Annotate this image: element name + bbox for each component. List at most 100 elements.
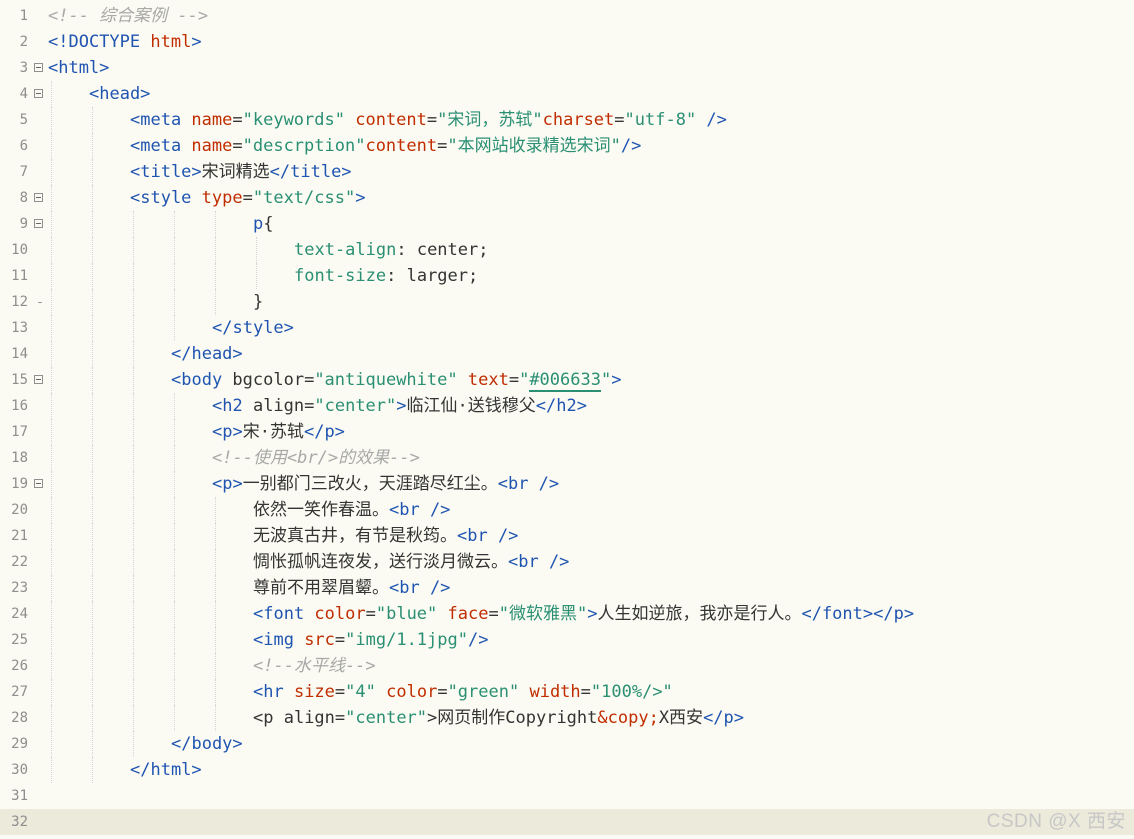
code-line[interactable]: 9 p{ xyxy=(0,211,1134,237)
code-text[interactable]: <font color="blue" face="微软雅黑">人生如逆旅，我亦是… xyxy=(253,601,914,627)
indent-guide xyxy=(51,289,52,315)
code-text[interactable]: </html> xyxy=(130,757,202,783)
indent-guide xyxy=(92,211,93,237)
indent-guide xyxy=(133,653,134,679)
fold-toggle-icon[interactable] xyxy=(34,375,43,384)
code-text[interactable]: <p align="center">网页制作Copyright&copy;X西安… xyxy=(253,705,744,731)
code-token: <hr xyxy=(253,682,294,702)
indent-guide xyxy=(92,159,93,185)
fold-toggle-icon[interactable] xyxy=(34,193,43,202)
line-number: 16 xyxy=(11,398,28,414)
code-text[interactable]: } xyxy=(253,289,263,315)
code-token: = xyxy=(437,682,448,702)
code-line[interactable]: 16 <h2 align="center">临江仙·送钱穆父</h2> xyxy=(0,393,1134,419)
code-line[interactable]: 19 <p>一别都门三改火，天涯踏尽红尘。<br /> xyxy=(0,471,1134,497)
indent-guide xyxy=(133,731,134,757)
fold-toggle-icon[interactable] xyxy=(34,479,43,488)
code-line[interactable]: 20 依然一笑作春温。<br /> xyxy=(0,497,1134,523)
code-editor[interactable]: 1 <!-- 综合案例 --> 2 <!DOCTYPE html> 3 <html> 4 <h… xyxy=(0,0,1134,839)
code-line[interactable]: 3 <html> xyxy=(0,55,1134,81)
code-line[interactable]: 17 <p>宋·苏轼</p> xyxy=(0,419,1134,445)
code-line[interactable]: 24 <font color="blue" face="微软雅黑">人生如逆旅，我… xyxy=(0,601,1134,627)
code-token: <br /> xyxy=(389,500,451,520)
code-token: text-align xyxy=(294,240,397,260)
code-line[interactable]: 23 尊前不用翠眉颦。<br /> xyxy=(0,575,1134,601)
line-number: 5 xyxy=(19,112,28,128)
code-text[interactable]: <meta name="descrption"content="本网站收录精选宋… xyxy=(130,133,641,159)
code-token: "antiquewhite" xyxy=(314,370,458,390)
indent-guide xyxy=(92,653,93,679)
code-text[interactable]: <hr size="4" color="green" width="100%/>… xyxy=(253,679,673,705)
code-text[interactable]: </body> xyxy=(171,731,243,757)
line-number: 10 xyxy=(11,242,28,258)
code-token: "text/css" xyxy=(252,188,356,208)
code-text[interactable]: <title>宋词精选</title> xyxy=(130,159,352,185)
code-text[interactable]: <!--水平线--> xyxy=(253,653,376,679)
code-text[interactable]: <!--使用<br/>的效果--> xyxy=(212,445,420,471)
fold-toggle-icon[interactable] xyxy=(34,89,43,98)
code-token: <title> xyxy=(130,162,202,182)
code-text[interactable]: <h2 align="center">临江仙·送钱穆父</h2> xyxy=(212,393,587,419)
code-token: <html> xyxy=(48,58,110,78)
line-number: 14 xyxy=(11,346,28,362)
indent-guide xyxy=(133,367,134,393)
indent-guide xyxy=(92,263,93,289)
code-text[interactable]: 尊前不用翠眉颦。<br /> xyxy=(253,575,450,601)
code-line[interactable]: 5 <meta name="keywords" content="宋词，苏轼"ch… xyxy=(0,107,1134,133)
code-token: : larger; xyxy=(386,266,479,286)
code-line[interactable]: 6 <meta name="descrption"content="本网站收录精选… xyxy=(0,133,1134,159)
code-line[interactable]: 4 <head> xyxy=(0,81,1134,107)
code-text[interactable]: <meta name="keywords" content="宋词，苏轼"cha… xyxy=(130,107,727,133)
code-line[interactable]: 2 <!DOCTYPE html> xyxy=(0,29,1134,55)
code-line[interactable]: 27 <hr size="4" color="green" width="100%… xyxy=(0,679,1134,705)
code-text[interactable]: 惆怅孤帆连夜发，送行淡月微云。<br /> xyxy=(253,549,569,575)
code-text[interactable]: <p>一别都门三改火，天涯踏尽红尘。<br /> xyxy=(212,471,559,497)
code-line[interactable]: 7 <title>宋词精选</title> xyxy=(0,159,1134,185)
code-line[interactable]: 28 <p align="center">网页制作Copyright&copy;X… xyxy=(0,705,1134,731)
code-text[interactable]: <body bgcolor="antiquewhite" text="#0066… xyxy=(171,367,621,393)
code-line[interactable]: 21 无波真古井，有节是秋筠。<br /> xyxy=(0,523,1134,549)
code-text[interactable]: <!-- 综合案例 --> xyxy=(48,3,208,29)
code-line[interactable]: 1 <!-- 综合案例 --> xyxy=(0,3,1134,29)
code-line[interactable]: 30 </html> xyxy=(0,757,1134,783)
indent-guide xyxy=(174,627,175,653)
code-line[interactable]: 25 <img src="img/1.1jpg"/> xyxy=(0,627,1134,653)
code-text[interactable]: </head> xyxy=(171,341,243,367)
fold-toggle-icon[interactable] xyxy=(34,63,43,72)
code-line[interactable]: 13 </style> xyxy=(0,315,1134,341)
code-text[interactable]: <style type="text/css"> xyxy=(130,185,365,211)
code-text[interactable]: 无波真古井，有节是秋筠。<br /> xyxy=(253,523,518,549)
code-line[interactable]: 8 <style type="text/css"> xyxy=(0,185,1134,211)
code-token: "blue" xyxy=(375,604,438,624)
indent-guide xyxy=(174,315,175,341)
code-text[interactable]: <html> xyxy=(48,55,109,81)
code-text[interactable]: p{ xyxy=(253,211,274,237)
code-text[interactable]: font-size: larger; xyxy=(294,263,478,289)
code-text[interactable]: </style> xyxy=(212,315,294,341)
code-text[interactable]: <head> xyxy=(89,81,150,107)
indent-guide xyxy=(215,549,216,575)
code-text[interactable]: <img src="img/1.1jpg"/> xyxy=(253,627,488,653)
code-line[interactable]: 32 xyxy=(0,809,1134,835)
code-text[interactable]: 依然一笑作春温。<br /> xyxy=(253,497,450,523)
code-token: text xyxy=(467,370,509,390)
code-text[interactable]: <!DOCTYPE html> xyxy=(48,29,202,55)
line-number: 4 xyxy=(19,86,28,102)
code-line[interactable]: 29 </body> xyxy=(0,731,1134,757)
code-line[interactable]: 12} xyxy=(0,289,1134,315)
code-line[interactable]: 18 <!--使用<br/>的效果--> xyxy=(0,445,1134,471)
fold-toggle-icon[interactable] xyxy=(34,219,43,228)
code-line[interactable]: 14 </head> xyxy=(0,341,1134,367)
code-line[interactable]: 10 text-align: center; xyxy=(0,237,1134,263)
code-line[interactable]: 26 <!--水平线--> xyxy=(0,653,1134,679)
code-text[interactable]: text-align: center; xyxy=(294,237,488,263)
code-token: color xyxy=(386,682,438,702)
code-line[interactable]: 15 <body bgcolor="antiquewhite" text="#00… xyxy=(0,367,1134,393)
code-line[interactable]: 11 font-size: larger; xyxy=(0,263,1134,289)
code-token: face xyxy=(447,604,489,624)
code-text[interactable]: <p>宋·苏轼</p> xyxy=(212,419,345,445)
code-line[interactable]: 31 xyxy=(0,783,1134,809)
code-token: content xyxy=(355,110,427,130)
code-line[interactable]: 22 惆怅孤帆连夜发，送行淡月微云。<br /> xyxy=(0,549,1134,575)
